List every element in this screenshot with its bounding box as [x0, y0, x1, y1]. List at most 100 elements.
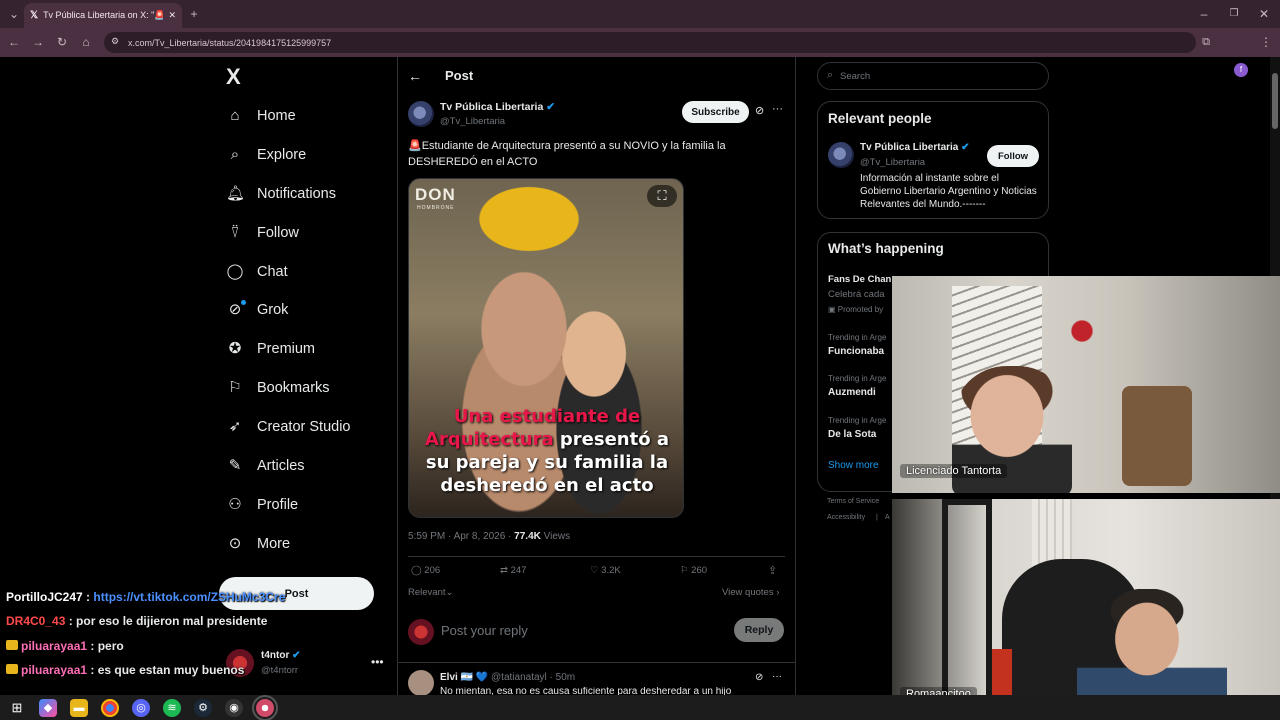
reply-input[interactable]: Post your reply — [441, 623, 528, 638]
grok-explain-icon[interactable]: ⊘ — [755, 104, 764, 117]
windows-taskbar: ⊞ ◆ ▬ ◎ ≋ ⚙ ◉ — [0, 694, 1280, 720]
nav-follow[interactable]: ⍢ Follow — [226, 221, 298, 245]
nav-home-label: Home — [257, 108, 296, 124]
person-bio: Información al instante sobre el Gobiern… — [860, 173, 1037, 210]
minimize-icon[interactable]: – — [1196, 6, 1212, 22]
x-logo-icon[interactable]: X — [226, 64, 241, 90]
address-bar[interactable]: ⚙ x.com/Tv_Libertaria/status/20419841751… — [104, 32, 1196, 53]
repost-icon: ⇄ — [500, 565, 508, 576]
chat-text: por eso le dijieron mal presidente — [76, 614, 268, 628]
chrome-profile-icon[interactable] — [252, 694, 278, 720]
scrollbar-thumb[interactable] — [1272, 73, 1278, 129]
nav-explore[interactable]: ⌕ Explore — [226, 143, 306, 167]
nav-notifications[interactable]: 🔔︎ Notifications — [226, 182, 336, 206]
file-explorer-icon[interactable]: ▬ — [70, 698, 88, 717]
person-avatar[interactable] — [828, 142, 854, 168]
windows-start-icon[interactable]: ⊞ — [8, 699, 26, 717]
verified-badge-icon: ✔ — [292, 650, 301, 661]
spotify-icon[interactable]: ≋ — [163, 698, 181, 717]
nav-articles[interactable]: ✎ Articles — [226, 454, 305, 478]
nav-bookmarks-label: Bookmarks — [257, 380, 330, 396]
reply-button[interactable]: Reply — [734, 618, 784, 642]
reload-icon[interactable]: ↻ — [54, 34, 70, 50]
expand-icon[interactable]: ⛶ — [647, 185, 677, 207]
view-quotes-link[interactable]: View quotes › — [722, 587, 779, 598]
nav-chat-label: Chat — [257, 264, 288, 280]
chrome-icon[interactable] — [101, 698, 119, 717]
nav-more[interactable]: ⊙ More — [226, 532, 290, 556]
copilot-icon[interactable]: ◆ — [39, 698, 57, 717]
home-page-icon[interactable]: ⌂ — [78, 34, 94, 50]
nav-explore-label: Explore — [257, 147, 307, 163]
restore-icon[interactable]: ❐ — [1226, 6, 1242, 22]
nav-chat[interactable]: ◯ Chat — [226, 260, 288, 284]
chat-message: piluarayaa1 : pero — [6, 639, 124, 653]
person-name[interactable]: Tv Pública Libertaria ✔ — [860, 142, 970, 153]
browser-tab[interactable]: 𝕏 Tv Pública Libertaria on X: "🚨E ✕ — [24, 3, 182, 28]
back-icon[interactable]: ← — [6, 34, 22, 50]
author-name[interactable]: Tv Pública Libertaria ✔ — [440, 101, 555, 113]
chat-user: piluarayaa1 — [21, 639, 88, 653]
nav-bookmarks[interactable]: ⚐ Bookmarks — [226, 376, 330, 400]
footer-terms[interactable]: Terms of Service — [827, 498, 879, 505]
nav-profile-label: Profile — [257, 497, 299, 513]
views-count: 77.4K — [514, 531, 541, 542]
trend-title[interactable]: Fans De Chan — [828, 274, 891, 285]
trend-title[interactable]: De la Sota — [828, 429, 876, 440]
relevant-people-title: Relevant people — [828, 111, 932, 126]
obs-icon[interactable]: ◉ — [225, 698, 243, 717]
reply-stat[interactable]: ◯ 206 — [411, 565, 440, 576]
account-more-icon[interactable]: ••• — [371, 655, 384, 669]
forward-icon[interactable]: → — [30, 34, 46, 50]
account-handle: @t4ntorr — [261, 665, 299, 676]
site-info-icon[interactable]: ⚙ — [111, 36, 119, 47]
menu-kebab-icon[interactable]: ⋮ — [1258, 34, 1274, 50]
window-close-icon[interactable]: ✕ — [1256, 6, 1272, 22]
nav-home[interactable]: ⌂ Home — [226, 104, 296, 128]
post-image[interactable]: DON HOMBRONE ⛶ Una estudiante de Arquite… — [408, 178, 684, 518]
extensions-icon[interactable]: ⧉ — [1198, 34, 1214, 50]
article-icon: ✎ — [228, 457, 242, 474]
comment-avatar[interactable] — [408, 670, 434, 696]
nav-grok[interactable]: ⊘ Grok — [226, 298, 289, 322]
tab-close-icon[interactable]: ✕ — [168, 10, 176, 21]
author-handle[interactable]: @Tv_Libertaria — [440, 116, 505, 127]
search-box[interactable]: ⌕ Search — [817, 62, 1049, 90]
nav-premium[interactable]: ✪ Premium — [226, 337, 315, 361]
post-more-icon[interactable]: ··· — [772, 103, 783, 115]
rocket-icon: ➶ — [228, 418, 242, 435]
repost-stat[interactable]: ⇄ 247 — [500, 565, 526, 576]
profile-avatar-icon[interactable]: f — [1234, 63, 1248, 77]
chat-message: PortilloJC247 : https://vt.tiktok.com/ZS… — [6, 590, 286, 604]
bookmark-stat[interactable]: ⚐ 260 — [680, 565, 707, 576]
image-brand-sub: HOMBRONE — [417, 205, 455, 211]
author-avatar[interactable] — [408, 101, 434, 127]
account-name[interactable]: t4ntor ✔ — [261, 650, 301, 661]
nav-profile[interactable]: ⚇ Profile — [226, 493, 298, 517]
back-arrow-icon[interactable]: ← — [408, 68, 422, 84]
tab-search-icon[interactable]: ⌄ — [6, 6, 22, 22]
footer-accessibility[interactable]: Accessibility — [827, 514, 865, 521]
share-icon[interactable]: ⇪ — [768, 564, 777, 577]
comment-header: Elvi 🇦🇷 💙 @tatianatayl · 50m — [440, 672, 576, 683]
subscribe-button[interactable]: Subscribe — [682, 101, 749, 123]
footer-more[interactable]: A — [885, 514, 890, 521]
like-stat[interactable]: ♡ 3.2K — [590, 565, 621, 576]
nav-creator-studio[interactable]: ➶ Creator Studio — [226, 415, 351, 439]
trend-title[interactable]: Funcionaba — [828, 346, 884, 357]
trend-title[interactable]: Auzmendi — [828, 387, 876, 398]
verified-badge-icon: ✔ — [546, 101, 556, 113]
comment-grok-icon[interactable]: ⊘ — [755, 672, 763, 683]
chat-link[interactable]: https://vt.tiktok.com/ZSHuMc3Cre — [93, 590, 285, 604]
comment-more-icon[interactable]: ··· — [772, 671, 782, 682]
show-more-link[interactable]: Show more — [828, 460, 879, 471]
bell-icon: 🔔︎ — [226, 185, 246, 202]
reply-icon: ◯ — [411, 565, 422, 576]
url-text: x.com/Tv_Libertaria/status/2041984175125… — [128, 37, 332, 48]
sort-relevant[interactable]: Relevant⌄ — [408, 587, 453, 598]
new-tab-icon[interactable]: + — [186, 6, 202, 22]
verified-badge-icon: ✔ — [961, 142, 970, 153]
steam-icon[interactable]: ⚙ — [194, 698, 212, 717]
follow-button[interactable]: Follow — [987, 145, 1039, 167]
discord-icon[interactable]: ◎ — [132, 698, 150, 717]
